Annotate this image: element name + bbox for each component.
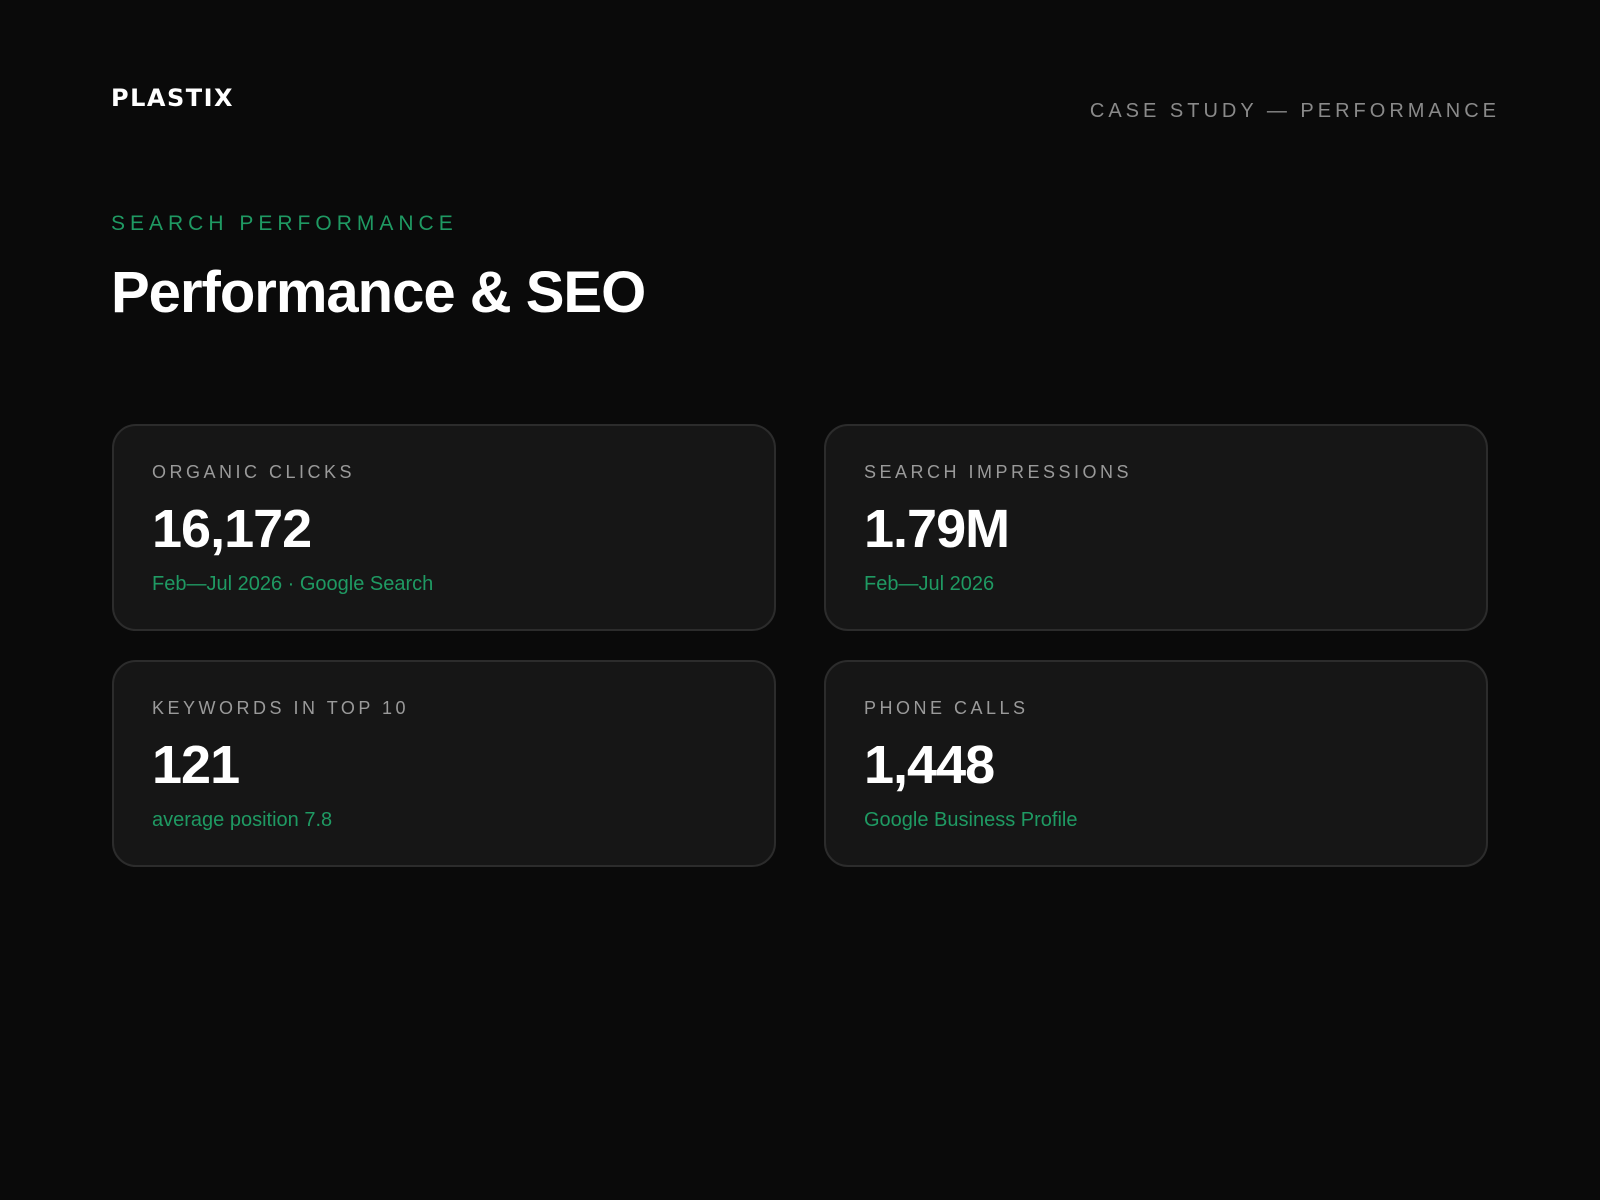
metric-note: Google Business Profile (864, 809, 1078, 831)
metric-value: 1.79M (864, 499, 1010, 559)
metric-note: average position 7.8 (152, 809, 333, 831)
metric-label: ORGANIC CLICKS (152, 462, 356, 482)
brand-logo: PLASTIX (111, 84, 235, 112)
eyebrow-label: SEARCH PERFORMANCE (111, 212, 458, 235)
page-title: Performance & SEO (111, 260, 646, 325)
metric-card-keywords-top-10: KEYWORDS IN TOP 10 121 average position … (112, 660, 776, 867)
metric-value: 16,172 (152, 499, 312, 559)
metric-note: Feb—Jul 2026 · Google Search (152, 573, 434, 595)
metric-value: 121 (152, 735, 240, 795)
metric-card-search-impressions: SEARCH IMPRESSIONS 1.79M Feb—Jul 2026 (824, 424, 1488, 631)
metrics-grid: ORGANIC CLICKS 16,172 Feb—Jul 2026 · Goo… (112, 424, 1488, 867)
metric-note: Feb—Jul 2026 (864, 573, 995, 595)
metric-label: PHONE CALLS (864, 698, 1029, 718)
metric-value: 1,448 (864, 735, 995, 795)
metric-label: SEARCH IMPRESSIONS (864, 462, 1133, 482)
metric-card-organic-clicks: ORGANIC CLICKS 16,172 Feb—Jul 2026 · Goo… (112, 424, 776, 631)
metric-label: KEYWORDS IN TOP 10 (152, 698, 410, 718)
section-label: CASE STUDY — PERFORMANCE (1089, 100, 1500, 122)
metric-card-phone-calls: PHONE CALLS 1,448 Google Business Profil… (824, 660, 1488, 867)
